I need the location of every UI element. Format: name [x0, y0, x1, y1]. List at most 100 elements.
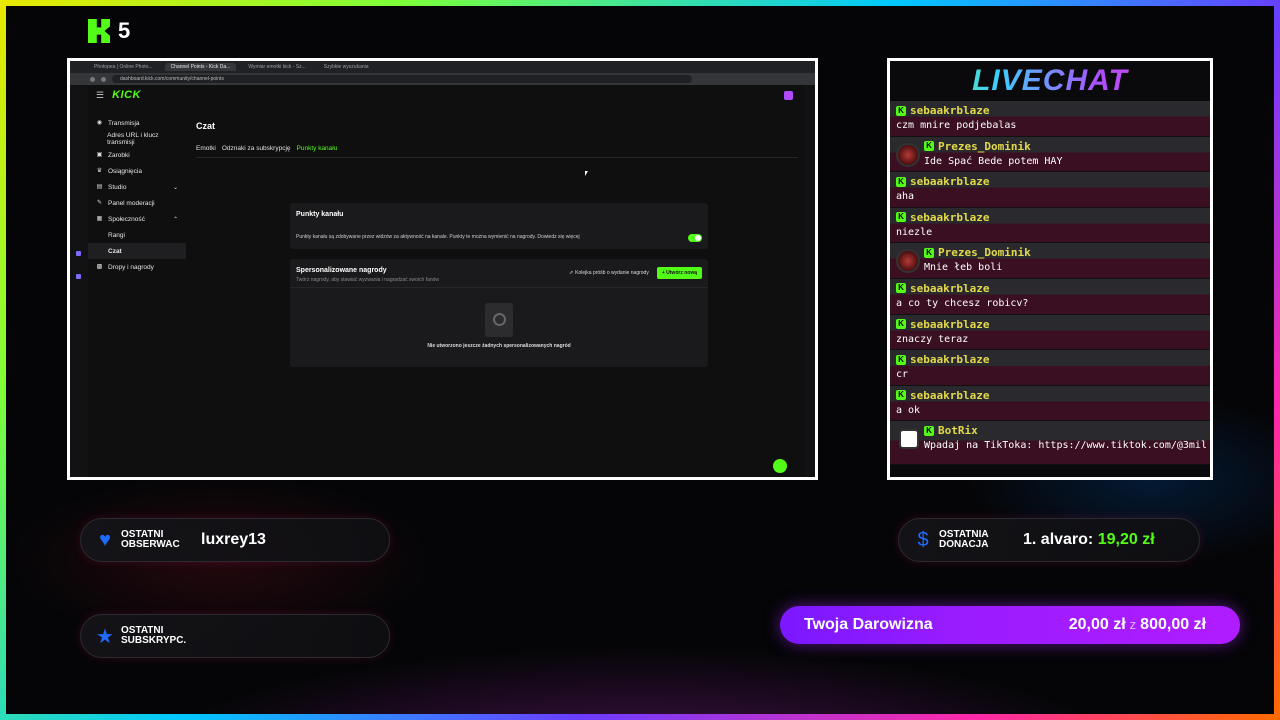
- gift-icon: ▩: [96, 263, 103, 270]
- browser-tab-active[interactable]: Channel Points - Kick Da...: [164, 63, 237, 71]
- sidebar-item-label: Transmisja: [108, 119, 140, 127]
- wrench-icon: ✎: [96, 199, 103, 206]
- star-icon: ★: [96, 625, 114, 648]
- chat-text: a co ty chcesz robicv?: [896, 297, 1029, 309]
- sidebar-item-rangi[interactable]: Rangi: [88, 227, 186, 243]
- channel-points-toggle[interactable]: [688, 234, 702, 242]
- message-header: Ksebaakrblaze: [896, 174, 1206, 189]
- chat-message: K Prezes_Dominik Mnie łeb boli: [890, 243, 1210, 279]
- message-header: K Prezes_Dominik: [924, 245, 1206, 260]
- chat-list: Ksebaakrblaze czm mnire podjebalas K Prezes…: [890, 101, 1210, 466]
- browser-tab[interactable]: Szybkie wyszukania: [318, 63, 375, 71]
- page-title: Czat: [196, 121, 216, 131]
- sidebar-item-transmisja[interactable]: ◉ Transmisja: [88, 115, 186, 131]
- chat-username: sebaakrblaze: [910, 388, 990, 402]
- heart-icon: ♥: [99, 528, 111, 551]
- chat-message: Ksebaakrblaze a ok: [890, 385, 1210, 422]
- sidebar-item-label: Adres URL i klucz transmisji: [107, 132, 159, 146]
- channel-points-card: Punkty kanału Punkty kanału są zdobywane…: [290, 203, 708, 249]
- chat-text: Mnie łeb boli: [924, 262, 1003, 274]
- kick-badge-icon: K: [896, 283, 906, 294]
- chat-username: Prezes_Dominik: [938, 139, 1031, 153]
- message-header: K Prezes_Dominik: [924, 139, 1206, 154]
- chat-username: sebaakrblaze: [910, 104, 990, 117]
- chat-text: czm mnire podjebalas: [896, 120, 1017, 131]
- last-follower-name: luxrey13: [201, 531, 266, 548]
- kick-badge-icon: K: [924, 425, 934, 436]
- kick-badge-icon: K: [896, 212, 906, 223]
- sidebar-item-label: Dropy i nagrody: [108, 263, 154, 271]
- tab-punkty-kanalu[interactable]: Punkty kanału: [297, 145, 338, 152]
- message-header: Ksebaakrblaze: [896, 281, 1206, 296]
- tab-emotki[interactable]: Emotki: [196, 145, 216, 152]
- sidebar-item-dropy[interactable]: ▩ Dropy i nagrody: [88, 259, 186, 275]
- empty-state: Nie utworzono jeszcze żadnych spersonali…: [290, 303, 708, 349]
- last-follower-widget: ♥ OSTATNI OBSERWAC luxrey13: [80, 518, 390, 562]
- user-avatar: [896, 249, 920, 274]
- tab-odznaki[interactable]: Odznaki za subskrypcję: [222, 145, 291, 152]
- chat-text: Ide Spać Bede potem HAY: [924, 155, 1063, 167]
- chat-text: a ok: [896, 404, 921, 416]
- url-field[interactable]: dashboard.kick.com/community/channel-poi…: [112, 75, 692, 83]
- chat-message: Ksebaakrblaze cr: [890, 350, 1210, 386]
- card-description: Punkty kanału są zdobywane przez widzów …: [296, 234, 580, 240]
- kick-badge-icon: K: [896, 390, 906, 401]
- browser-side-strip: [76, 251, 82, 291]
- message-header: Ksebaakrblaze: [896, 352, 1206, 367]
- dashboard-sidebar: ◉ Transmisja Adres URL i klucz transmisj…: [88, 115, 186, 275]
- browser-tab[interactable]: Wymiar emotki kick - Sz...: [242, 63, 311, 71]
- sidebar-item-label: Panel moderacji: [108, 199, 155, 207]
- menu-icon[interactable]: ☰: [96, 90, 104, 101]
- sidebar-item-studio[interactable]: ▤ Studio ⌄: [88, 179, 186, 195]
- message-header: Ksebaakrblaze: [896, 317, 1206, 332]
- sidebar-item-osiagniecia[interactable]: ♛ Osiągnięcia: [88, 163, 186, 179]
- dashboard-topbar: ☰ KICK: [88, 85, 805, 105]
- sidebar-item-zarobki[interactable]: ▣ Zarobki: [88, 147, 186, 163]
- help-fab-button[interactable]: [773, 459, 787, 473]
- chat-username: sebaakrblaze: [910, 317, 990, 331]
- goal-title: Twoja Darowizna: [804, 616, 933, 633]
- dollar-icon: $: [917, 528, 929, 551]
- chat-username: sebaakrblaze: [910, 210, 990, 224]
- kick-badge-icon: K: [896, 354, 906, 365]
- trophy-icon: ♛: [96, 167, 103, 174]
- sidebar-item-czat[interactable]: Czat: [88, 243, 186, 259]
- user-avatar: [896, 142, 920, 167]
- goal-separator: z: [1129, 617, 1137, 632]
- goal-target: 800,00 zł: [1140, 616, 1206, 633]
- message-header: K BotRix: [924, 423, 1206, 438]
- sidebar-item-label: Rangi: [108, 231, 125, 239]
- sidebar-item-label: Zarobki: [108, 151, 130, 159]
- widget-label: OSTATNIA DONACJA: [939, 529, 989, 550]
- custom-rewards-card: Spersonalizowane nagrody Twórz nagrody, …: [290, 259, 708, 367]
- chat-text: aha: [896, 191, 915, 203]
- donor-name: 1. alvaro:: [1023, 531, 1094, 548]
- kick-logo-icon: [88, 19, 110, 43]
- kick-badge-icon: K: [896, 105, 906, 116]
- card-divider: [290, 287, 708, 288]
- sidebar-item-stream-key[interactable]: Adres URL i klucz transmisji: [88, 131, 186, 147]
- money-icon: ▣: [96, 151, 103, 158]
- brand-number: 5: [118, 18, 131, 43]
- chat-message: Ksebaakrblaze aha: [890, 172, 1210, 208]
- create-reward-button[interactable]: + Utwórz nową: [656, 267, 702, 279]
- chat-message: Ksebaakrblaze czm mnire podjebalas: [890, 101, 1210, 137]
- chat-message: Ksebaakrblaze znaczy teraz: [890, 314, 1210, 351]
- back-icon[interactable]: [90, 76, 95, 82]
- chat-text: cr: [896, 369, 909, 381]
- studio-icon: ▤: [96, 183, 103, 190]
- chat-message: Ksebaakrblaze niezle: [890, 207, 1210, 244]
- chat-title: LIVECHAT: [890, 61, 1210, 101]
- sidebar-item-panel-moderacji[interactable]: ✎ Panel moderacji: [88, 195, 186, 211]
- subtabs: Emotki Odznaki za subskrypcję Punkty kan…: [196, 145, 798, 158]
- sidebar-item-spolecznosc[interactable]: ▦ Społeczność ⌃: [88, 211, 186, 227]
- goal-values: 20,00 zł z 800,00 zł: [1069, 616, 1206, 634]
- reload-icon[interactable]: [101, 76, 106, 82]
- browser-tab[interactable]: Photopea | Online Photo...: [88, 63, 159, 71]
- side-strip-icon[interactable]: [76, 274, 81, 279]
- chevron-up-icon: ⌃: [172, 216, 178, 223]
- reward-queue-button[interactable]: ⇗ Kolejka próśb o wydanie nagrody: [569, 270, 649, 276]
- side-strip-icon[interactable]: [76, 251, 81, 256]
- user-avatar[interactable]: [784, 91, 793, 100]
- browser-addressbar: dashboard.kick.com/community/channel-poi…: [70, 73, 815, 85]
